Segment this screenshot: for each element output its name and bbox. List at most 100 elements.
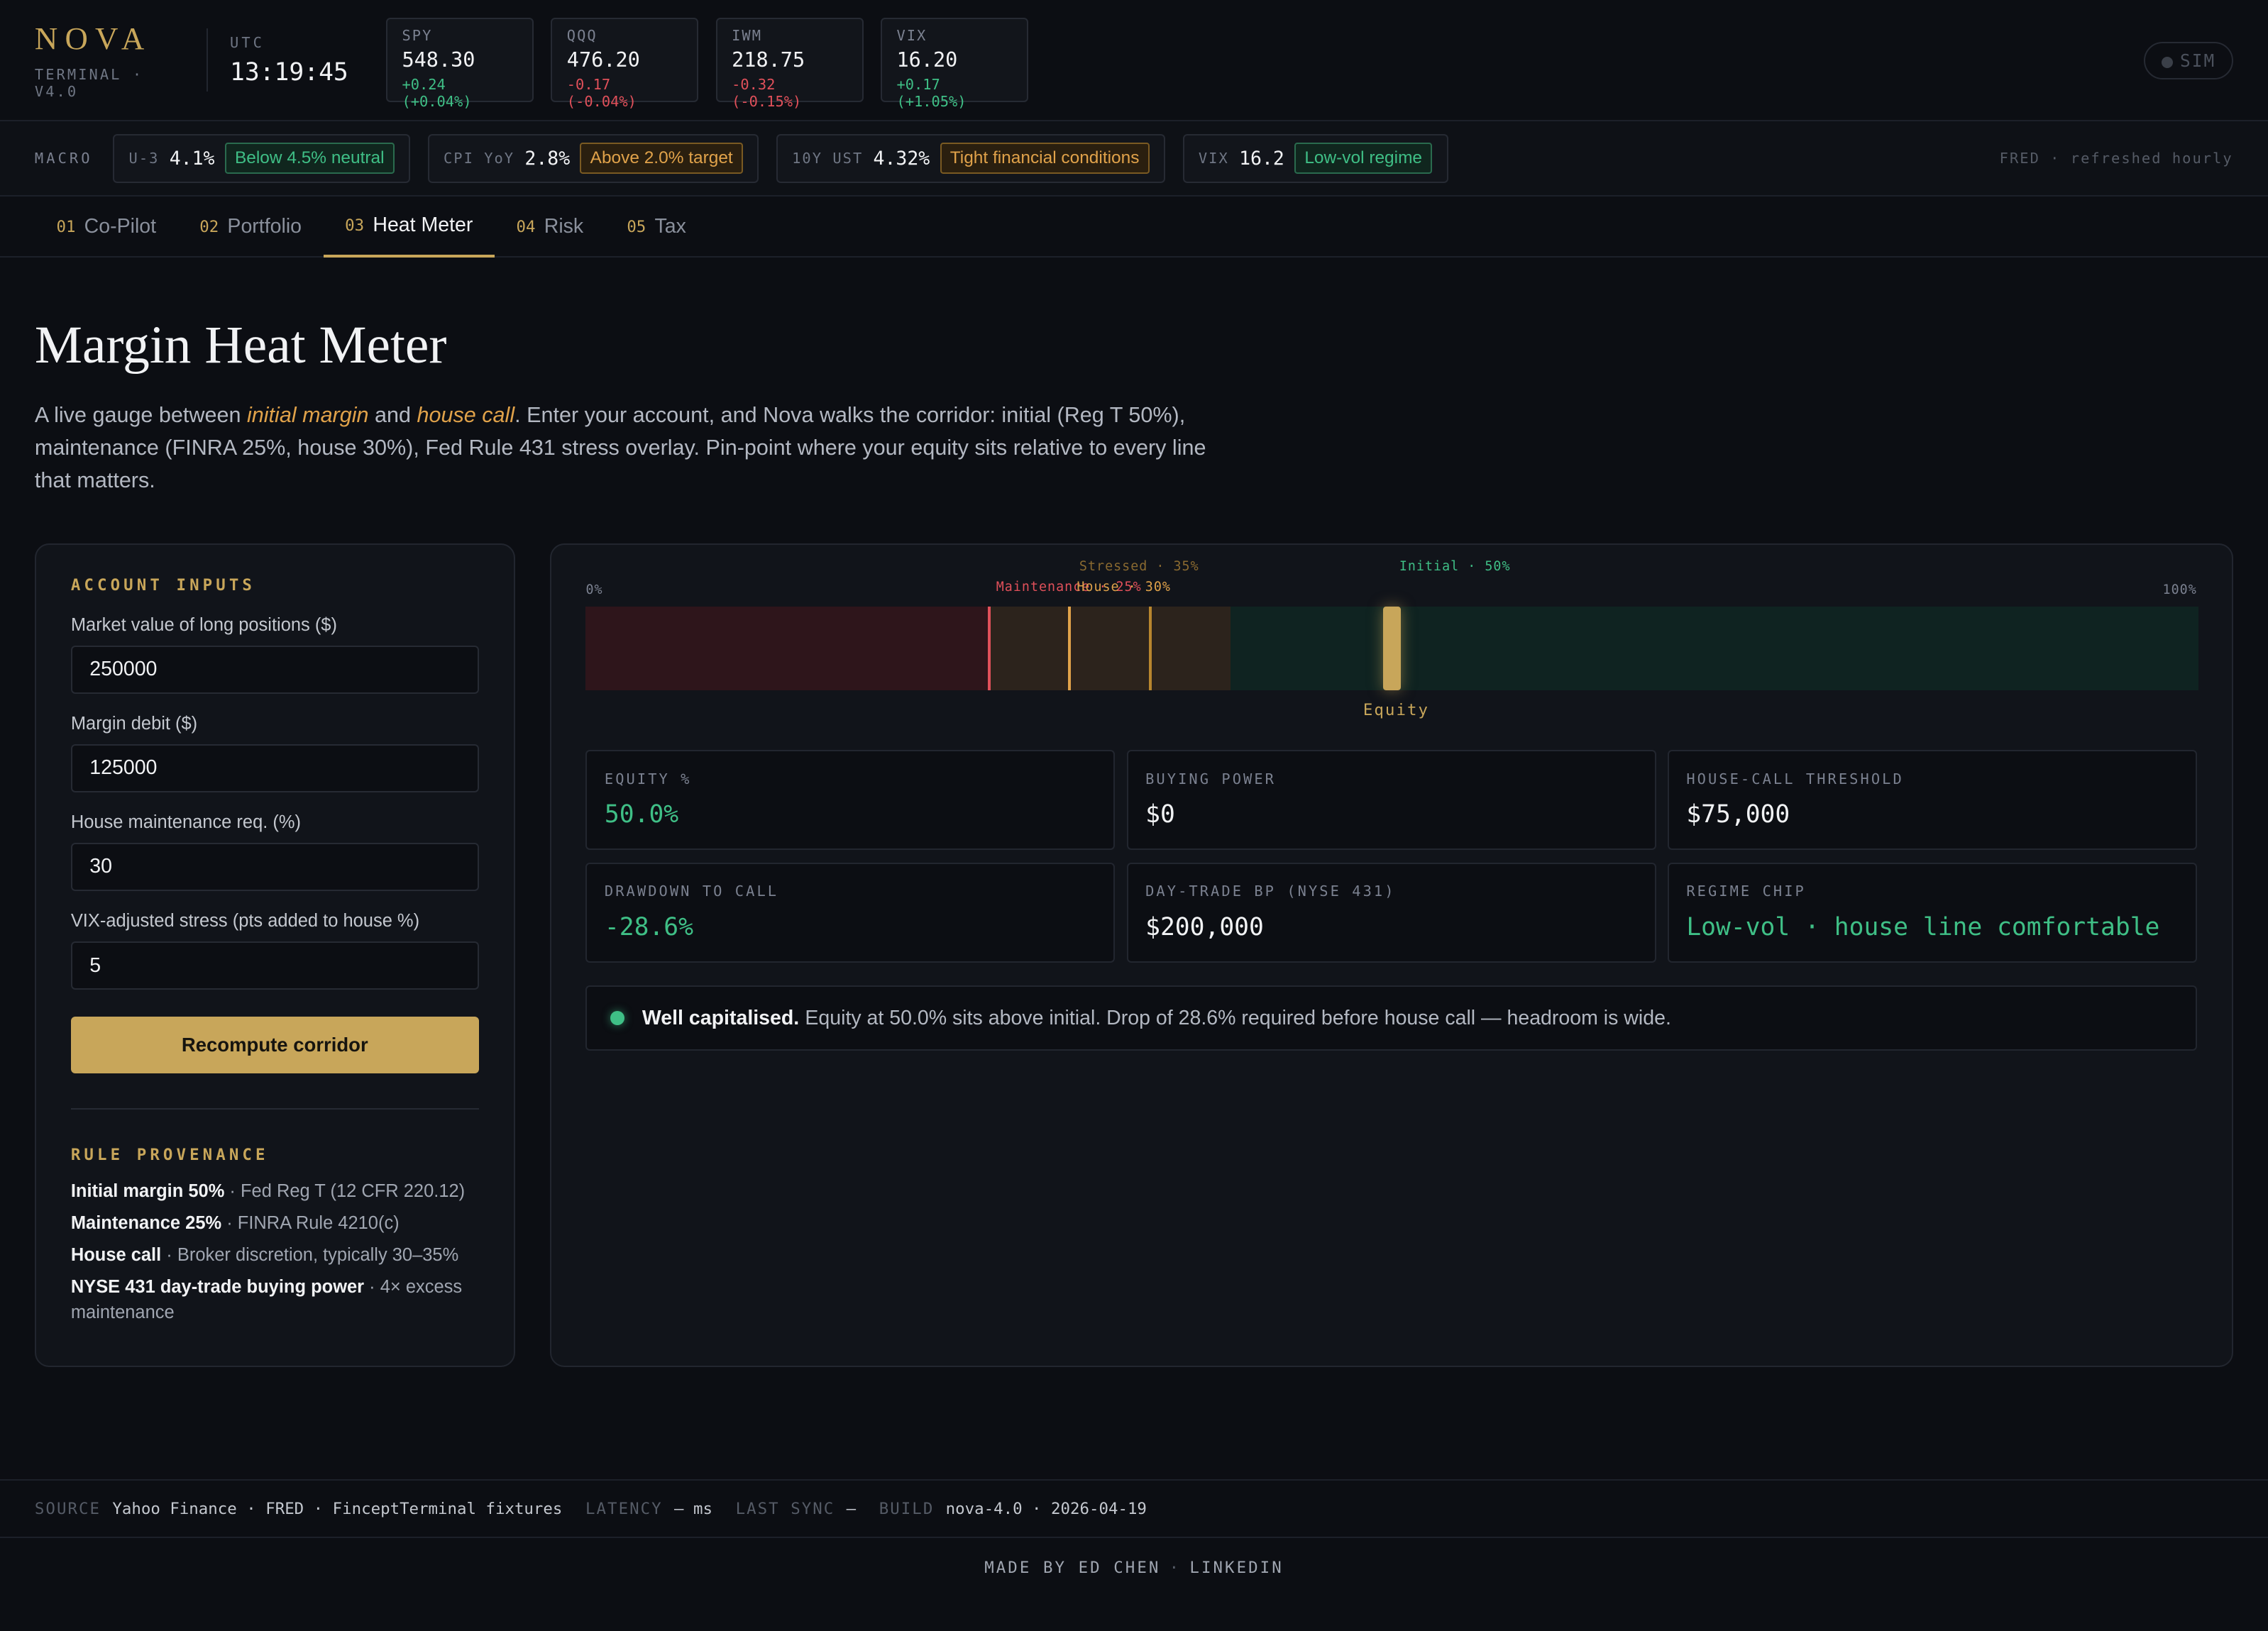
footer-key: SOURCE bbox=[34, 1499, 101, 1518]
stat-card: DAY-TRADE BP (NYSE 431) $200,000 bbox=[1126, 862, 1656, 963]
intro-highlight: house call bbox=[417, 402, 515, 427]
ticker-price: 16.20 bbox=[896, 48, 958, 72]
ticker-card[interactable]: SPY 548.30 +0.24 (+0.04%) bbox=[386, 18, 534, 110]
page-intro: A live gauge between initial margin and … bbox=[35, 399, 1235, 497]
ticker-change: +0.24 (+0.04%) bbox=[402, 75, 472, 110]
heat-gauge: 0% 100% Maintenance · 25% House · 30% St… bbox=[585, 545, 2198, 726]
footer-bar: SOURCE Yahoo Finance · FRED · FinceptTerm… bbox=[0, 1478, 2268, 1539]
stressed-label: Stressed · 35% bbox=[1079, 559, 1199, 575]
utc-clock: UTC 13:19:45 bbox=[230, 34, 363, 87]
footer-key: BUILD bbox=[879, 1499, 935, 1518]
vix-stress-input[interactable]: 5 bbox=[70, 941, 479, 990]
macro-value: 4.32% bbox=[873, 147, 930, 170]
ticker-card[interactable]: QQQ 476.20 -0.17 (-0.04%) bbox=[551, 18, 699, 110]
danger-zone bbox=[585, 607, 989, 691]
ticker-card[interactable]: VIX 16.20 +0.17 (+1.05%) bbox=[881, 18, 1028, 110]
content-row: ACCOUNT INPUTS Market value of long posi… bbox=[34, 543, 2233, 1368]
tab-co-pilot[interactable]: 01 Co-Pilot bbox=[35, 197, 178, 258]
rule-source: · FINRA Rule 4210(c) bbox=[221, 1212, 400, 1233]
divider bbox=[70, 1107, 479, 1110]
maintenance-line bbox=[987, 607, 991, 691]
tab-number: 01 bbox=[56, 217, 76, 236]
brand: NOVA TERMINAL · V4.0 bbox=[35, 20, 185, 99]
rule-name: House call bbox=[70, 1244, 162, 1265]
house-label: House · 30% bbox=[1077, 579, 1171, 595]
tab-number: 05 bbox=[627, 217, 646, 236]
regime-chip: Low-vol · house line comfortable bbox=[1686, 912, 2160, 941]
credit-author: MADE BY ED CHEN bbox=[984, 1558, 1161, 1577]
macro-source: FRED · refreshed hourly bbox=[1999, 150, 2233, 167]
clock-time: 13:19:45 bbox=[230, 57, 348, 87]
macro-tag: Low-vol regime bbox=[1294, 143, 1433, 175]
footer-source: Yahoo Finance · FRED · FinceptTerminal f… bbox=[112, 1499, 563, 1518]
rule-name: Initial margin 50% bbox=[70, 1181, 225, 1202]
macro-key: 10Y UST bbox=[792, 150, 864, 167]
stat-card: REGIME CHIP Low-vol · house line comforta… bbox=[1667, 862, 2197, 963]
rule-item: House call · Broker discretion, typicall… bbox=[71, 1242, 479, 1268]
recompute-button[interactable]: Recompute corridor bbox=[70, 1017, 479, 1073]
intro-text: and bbox=[368, 402, 417, 427]
market-value-input[interactable]: 250000 bbox=[70, 646, 479, 694]
macro-tag: Below 4.5% neutral bbox=[224, 143, 395, 175]
macro-value: 2.8% bbox=[524, 147, 571, 170]
rule-list: Initial margin 50% · Fed Reg T (12 CFR 2… bbox=[71, 1178, 479, 1326]
page-title: Margin Heat Meter bbox=[34, 316, 447, 375]
tab-number: 04 bbox=[516, 217, 536, 236]
tab-bar: 01 Co-Pilot 02 Portfolio 03 Heat Meter 04 Ri… bbox=[0, 197, 2268, 258]
heat-meter-panel: 0% 100% Maintenance · 25% House · 30% St… bbox=[549, 543, 2233, 1368]
ticker-strip: SPY 548.30 +0.24 (+0.04%) QQQ 476.20 -0.… bbox=[386, 18, 1028, 110]
linkedin-link[interactable]: LINKEDIN bbox=[1189, 1559, 1283, 1577]
house-line bbox=[1068, 607, 1072, 691]
stat-label: REGIME CHIP bbox=[1686, 883, 1806, 900]
footer-key: LAST SYNC bbox=[735, 1499, 835, 1518]
rule-item: Initial margin 50% · Fed Reg T (12 CFR 2… bbox=[71, 1178, 479, 1205]
tab-heat-meter[interactable]: 03 Heat Meter bbox=[323, 197, 495, 258]
stat-label: DRAWDOWN TO CALL bbox=[604, 883, 779, 900]
margin-debit-input[interactable]: 125000 bbox=[70, 744, 479, 792]
intro-highlight: initial margin bbox=[246, 402, 369, 427]
status-dot-icon bbox=[610, 1010, 625, 1026]
rule-item: NYSE 431 day-trade buying power · 4× exc… bbox=[71, 1274, 479, 1326]
status-headline: Well capitalised. bbox=[642, 1006, 800, 1029]
top-bar: NOVA TERMINAL · V4.0 UTC 13:19:45 SPY 54… bbox=[0, 0, 2268, 122]
house-maintenance-input[interactable]: 30 bbox=[70, 843, 479, 891]
stat-value: $75,000 bbox=[1686, 800, 1790, 829]
tab-number: 03 bbox=[345, 216, 365, 235]
ticker-symbol: VIX bbox=[896, 26, 927, 44]
macro-chip: VIX 16.2 Low-vol regime bbox=[1182, 133, 1448, 183]
brand-version: TERMINAL · V4.0 bbox=[34, 65, 144, 100]
footer-sync: — bbox=[846, 1499, 857, 1518]
stat-label: BUYING POWER bbox=[1145, 770, 1276, 787]
tab-tax[interactable]: 05 Tax bbox=[605, 197, 708, 258]
stat-label: EQUITY % bbox=[604, 770, 692, 787]
stat-label: DAY-TRADE BP (NYSE 431) bbox=[1145, 883, 1396, 900]
field-label: Margin debit ($) bbox=[70, 714, 198, 734]
account-inputs-panel: ACCOUNT INPUTS Market value of long posi… bbox=[34, 543, 515, 1368]
stat-value: 50.0% bbox=[604, 800, 679, 829]
macro-tag: Tight financial conditions bbox=[940, 143, 1150, 175]
sim-toggle[interactable]: SIM bbox=[2144, 42, 2233, 80]
section-title: RULE PROVENANCE bbox=[70, 1145, 269, 1164]
tab-risk[interactable]: 04 Risk bbox=[495, 197, 605, 258]
stat-value: $0 bbox=[1145, 800, 1175, 829]
credit-line: MADE BY ED CHEN · LINKEDIN bbox=[0, 1559, 2268, 1577]
ticker-price: 548.30 bbox=[402, 48, 475, 72]
equity-label: Equity bbox=[1363, 700, 1430, 719]
ticker-card[interactable]: IWM 218.75 -0.32 (-0.15%) bbox=[715, 18, 864, 110]
sim-status-icon bbox=[2161, 57, 2173, 69]
macro-key: VIX bbox=[1198, 150, 1229, 167]
brand-logo: NOVA bbox=[34, 21, 152, 57]
gauge-track bbox=[585, 607, 2198, 691]
tab-portfolio[interactable]: 02 Portfolio bbox=[178, 197, 324, 258]
macro-tag: Above 2.0% target bbox=[580, 143, 743, 175]
ticker-price: 476.20 bbox=[566, 48, 640, 72]
ticker-symbol: IWM bbox=[732, 26, 763, 44]
equity-marker bbox=[1383, 607, 1401, 691]
ticker-change: +0.17 (+1.05%) bbox=[896, 75, 967, 110]
ticker-symbol: SPY bbox=[402, 26, 433, 44]
macro-key: U-3 bbox=[128, 150, 160, 167]
gauge-max-label: 100% bbox=[2162, 582, 2197, 597]
status-banner: Well capitalised. Equity at 50.0% sits a… bbox=[585, 985, 2197, 1051]
tab-label: Risk bbox=[544, 215, 584, 238]
macro-chip: U-3 4.1% Below 4.5% neutral bbox=[113, 133, 411, 183]
